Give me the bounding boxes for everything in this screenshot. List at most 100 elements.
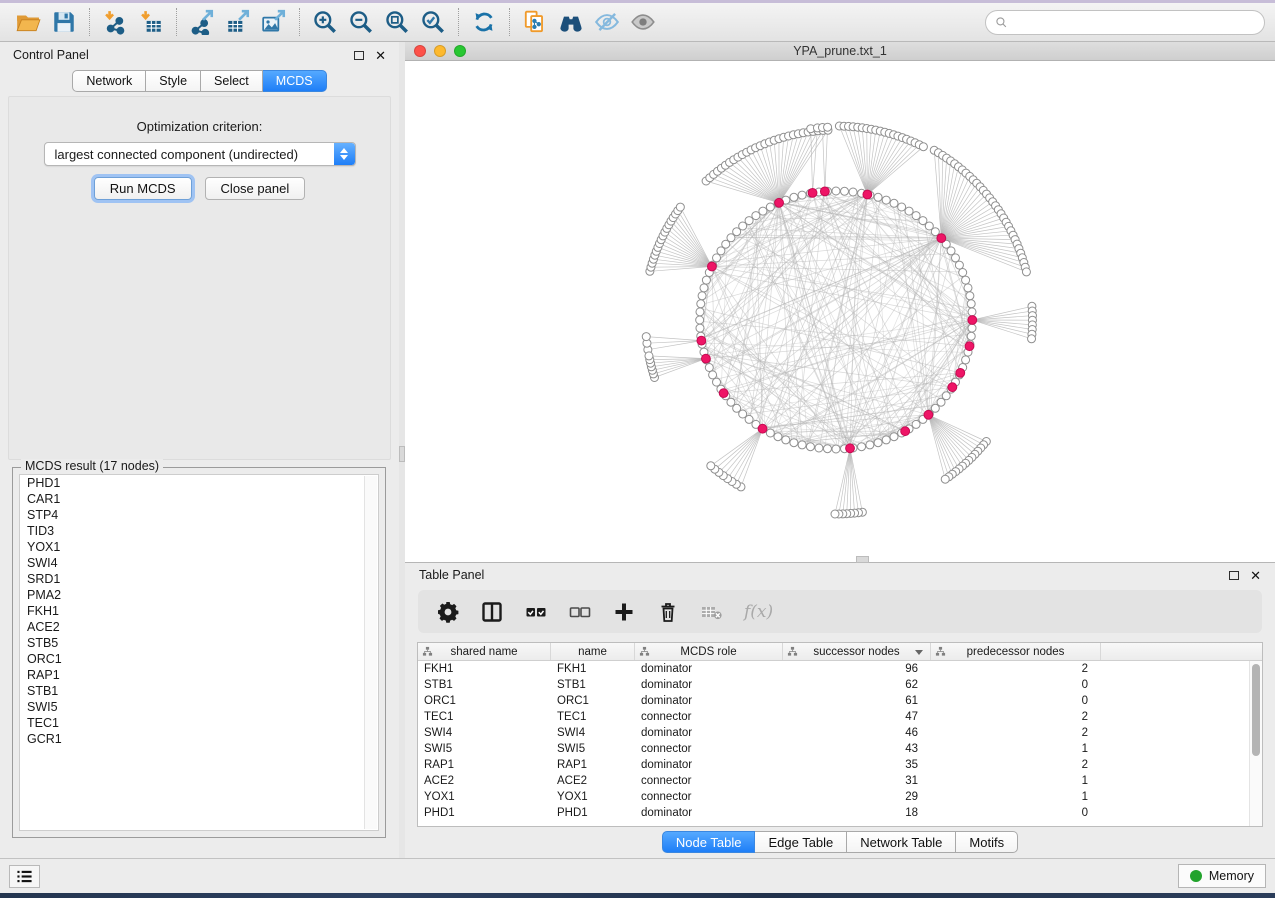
cell-name[interactable]: PHD1 bbox=[551, 807, 635, 819]
tab-node-table[interactable]: Node Table bbox=[662, 831, 756, 853]
close-icon[interactable]: ✕ bbox=[1250, 569, 1261, 582]
cell-predecessor-nodes[interactable]: 2 bbox=[931, 711, 1101, 723]
zoom-fit-button[interactable] bbox=[379, 6, 415, 38]
tab-style[interactable]: Style bbox=[146, 70, 201, 92]
cell-mcds-role[interactable]: dominator bbox=[635, 727, 783, 739]
table-row[interactable]: ACE2ACE2connector311 bbox=[418, 773, 1262, 789]
mcds-result-list[interactable]: PHD1CAR1STP4TID3YOX1SWI4SRD1PMA2FKH1ACE2… bbox=[19, 474, 379, 831]
cell-successor-nodes[interactable]: 43 bbox=[783, 743, 931, 755]
result-node[interactable]: PHD1 bbox=[20, 475, 378, 491]
result-node[interactable]: SWI4 bbox=[20, 555, 378, 571]
cell-name[interactable]: SWI5 bbox=[551, 743, 635, 755]
cell-mcds-role[interactable]: dominator bbox=[635, 679, 783, 691]
table-row[interactable]: YOX1YOX1connector291 bbox=[418, 789, 1262, 805]
import-network-button[interactable] bbox=[97, 6, 133, 38]
result-node[interactable]: GCR1 bbox=[20, 731, 378, 747]
result-node[interactable]: YOX1 bbox=[20, 539, 378, 555]
cell-name[interactable]: SWI4 bbox=[551, 727, 635, 739]
search-input[interactable] bbox=[1014, 14, 1255, 30]
result-node[interactable]: FKH1 bbox=[20, 603, 378, 619]
import-table-button[interactable] bbox=[133, 6, 169, 38]
cell-predecessor-nodes[interactable]: 2 bbox=[931, 727, 1101, 739]
result-node[interactable]: CAR1 bbox=[20, 491, 378, 507]
cell-shared-name[interactable]: SWI4 bbox=[418, 727, 551, 739]
cell-name[interactable]: RAP1 bbox=[551, 759, 635, 771]
column-header-successor-nodes[interactable]: successor nodes bbox=[783, 643, 931, 660]
cell-successor-nodes[interactable]: 35 bbox=[783, 759, 931, 771]
cell-predecessor-nodes[interactable]: 0 bbox=[931, 679, 1101, 691]
cell-shared-name[interactable]: RAP1 bbox=[418, 759, 551, 771]
cell-mcds-role[interactable]: dominator bbox=[635, 695, 783, 707]
cell-successor-nodes[interactable]: 31 bbox=[783, 775, 931, 787]
cell-mcds-role[interactable]: dominator bbox=[635, 807, 783, 819]
table-scrollbar-thumb[interactable] bbox=[1252, 664, 1260, 756]
result-node[interactable]: STB5 bbox=[20, 635, 378, 651]
result-node[interactable]: RAP1 bbox=[20, 667, 378, 683]
cell-name[interactable]: ACE2 bbox=[551, 775, 635, 787]
cell-mcds-role[interactable]: dominator bbox=[635, 759, 783, 771]
task-history-button[interactable] bbox=[9, 865, 40, 888]
close-panel-button[interactable]: Close panel bbox=[205, 177, 306, 200]
cell-predecessor-nodes[interactable]: 1 bbox=[931, 791, 1101, 803]
cell-name[interactable]: TEC1 bbox=[551, 711, 635, 723]
cell-successor-nodes[interactable]: 29 bbox=[783, 791, 931, 803]
tab-select[interactable]: Select bbox=[201, 70, 263, 92]
result-node[interactable]: SWI5 bbox=[20, 699, 378, 715]
export-network-button[interactable] bbox=[184, 6, 220, 38]
table-row[interactable]: STB1STB1dominator620 bbox=[418, 677, 1262, 693]
first-neighbors-button[interactable] bbox=[517, 6, 553, 38]
zoom-in-button[interactable] bbox=[307, 6, 343, 38]
cell-successor-nodes[interactable]: 96 bbox=[783, 663, 931, 675]
export-table-button[interactable] bbox=[220, 6, 256, 38]
tab-edge-table[interactable]: Edge Table bbox=[755, 831, 847, 853]
cell-shared-name[interactable]: PHD1 bbox=[418, 807, 551, 819]
result-node[interactable]: TID3 bbox=[20, 523, 378, 539]
zoom-selected-button[interactable] bbox=[415, 6, 451, 38]
table-row[interactable]: TEC1TEC1connector472 bbox=[418, 709, 1262, 725]
show-all-button[interactable] bbox=[625, 6, 661, 38]
cell-mcds-role[interactable]: connector bbox=[635, 743, 783, 755]
tab-mcds[interactable]: MCDS bbox=[263, 70, 327, 92]
minimize-light[interactable] bbox=[434, 45, 446, 57]
zoom-light[interactable] bbox=[454, 45, 466, 57]
cell-successor-nodes[interactable]: 62 bbox=[783, 679, 931, 691]
run-mcds-button[interactable]: Run MCDS bbox=[94, 177, 192, 200]
cell-predecessor-nodes[interactable]: 2 bbox=[931, 759, 1101, 771]
float-icon[interactable] bbox=[354, 51, 364, 60]
cell-mcds-role[interactable]: connector bbox=[635, 775, 783, 787]
cell-predecessor-nodes[interactable]: 1 bbox=[931, 743, 1101, 755]
column-header-mcds-role[interactable]: MCDS role bbox=[635, 643, 783, 660]
cell-name[interactable]: FKH1 bbox=[551, 663, 635, 675]
result-list-scrollbar[interactable] bbox=[364, 476, 377, 829]
cell-predecessor-nodes[interactable]: 0 bbox=[931, 807, 1101, 819]
cell-shared-name[interactable]: ACE2 bbox=[418, 775, 551, 787]
cell-name[interactable]: STB1 bbox=[551, 679, 635, 691]
tab-network[interactable]: Network bbox=[72, 70, 146, 92]
result-node[interactable]: TEC1 bbox=[20, 715, 378, 731]
horizontal-splitter-grip[interactable] bbox=[856, 556, 869, 563]
cell-shared-name[interactable]: FKH1 bbox=[418, 663, 551, 675]
cell-successor-nodes[interactable]: 18 bbox=[783, 807, 931, 819]
cell-predecessor-nodes[interactable]: 2 bbox=[931, 663, 1101, 675]
cell-shared-name[interactable]: ORC1 bbox=[418, 695, 551, 707]
result-node[interactable]: SRD1 bbox=[20, 571, 378, 587]
result-node[interactable]: ORC1 bbox=[20, 651, 378, 667]
select-all-button[interactable] bbox=[524, 599, 548, 625]
cell-predecessor-nodes[interactable]: 0 bbox=[931, 695, 1101, 707]
float-icon[interactable] bbox=[1229, 571, 1239, 580]
search-field[interactable] bbox=[985, 10, 1265, 35]
zoom-out-button[interactable] bbox=[343, 6, 379, 38]
result-node[interactable]: STB1 bbox=[20, 683, 378, 699]
table-row[interactable]: SWI4SWI4dominator462 bbox=[418, 725, 1262, 741]
result-node[interactable]: PMA2 bbox=[20, 587, 378, 603]
refresh-button[interactable] bbox=[466, 6, 502, 38]
cell-successor-nodes[interactable]: 61 bbox=[783, 695, 931, 707]
network-window-titlebar[interactable]: YPA_prune.txt_1 bbox=[405, 42, 1275, 61]
gear-button[interactable] bbox=[436, 599, 460, 625]
criterion-select[interactable]: largest connected component (undirected) bbox=[44, 142, 356, 166]
save-button[interactable] bbox=[46, 6, 82, 38]
tab-motifs[interactable]: Motifs bbox=[956, 831, 1018, 853]
table-scrollbar[interactable] bbox=[1249, 661, 1262, 826]
cell-shared-name[interactable]: YOX1 bbox=[418, 791, 551, 803]
tab-network-table[interactable]: Network Table bbox=[847, 831, 956, 853]
